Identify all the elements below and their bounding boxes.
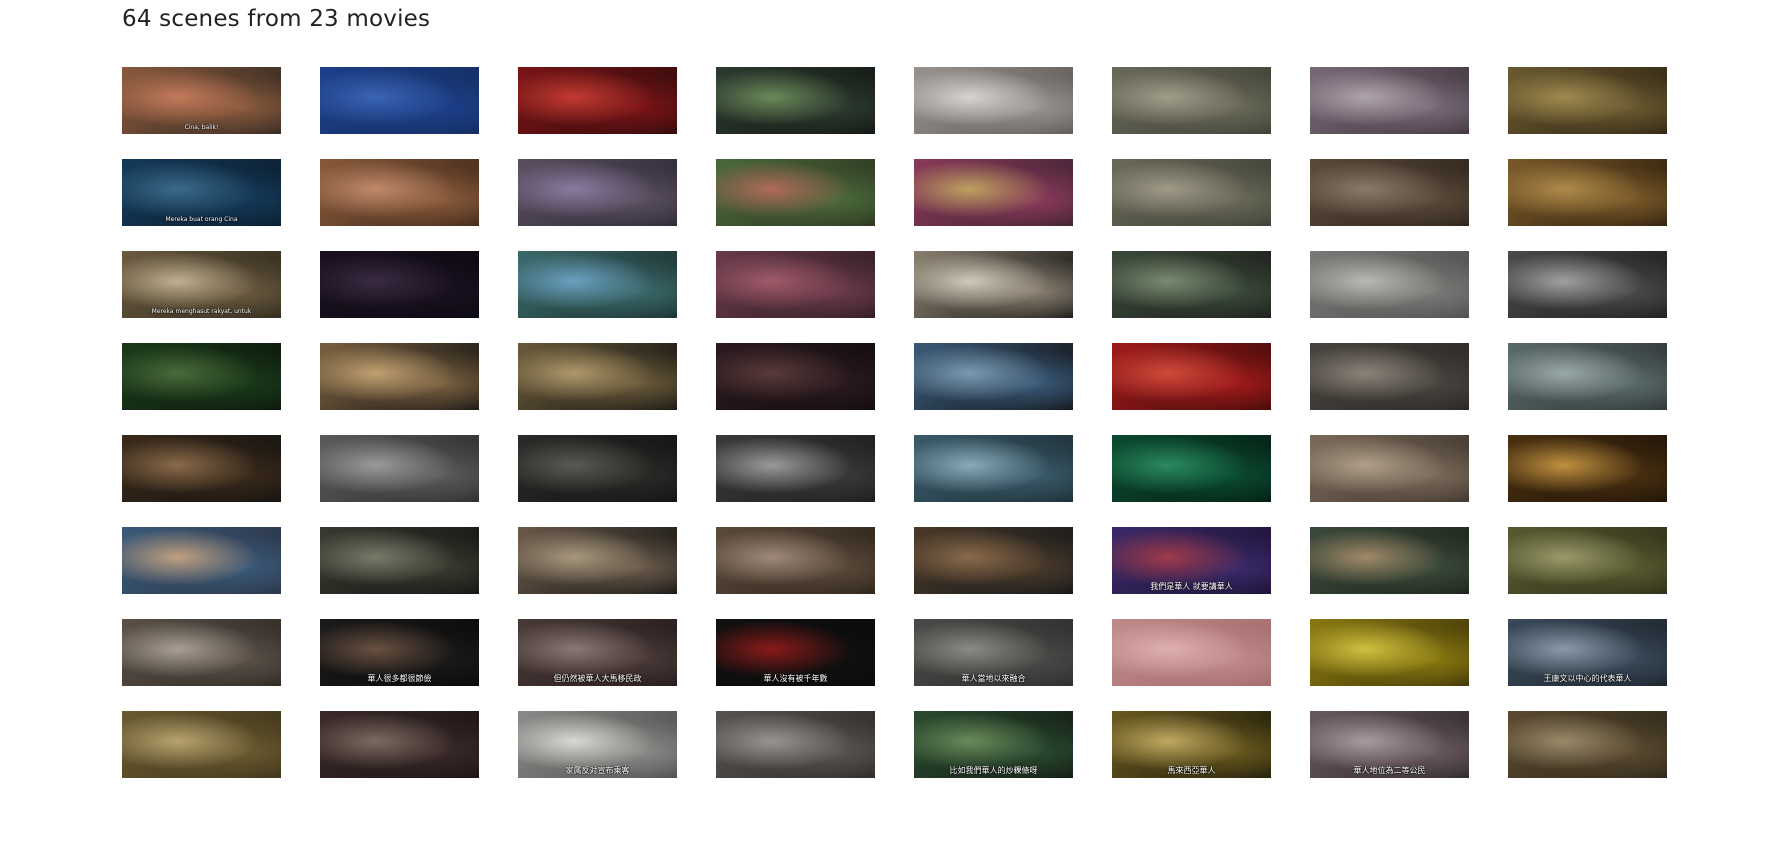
scene-thumbnail[interactable]: [1112, 67, 1271, 134]
scene-thumbnail[interactable]: [716, 435, 875, 502]
scene-thumbnail[interactable]: [518, 527, 677, 594]
scene-thumbnail[interactable]: [518, 251, 677, 318]
scene-subtitle: 馬來西亞華人: [1167, 766, 1216, 775]
scene-thumbnail[interactable]: [1310, 343, 1469, 410]
scene-thumbnail[interactable]: [716, 711, 875, 778]
scene-thumbnail[interactable]: [716, 251, 875, 318]
scene-thumbnail[interactable]: [122, 711, 281, 778]
scene-thumbnail[interactable]: [1508, 343, 1667, 410]
scene-thumbnail[interactable]: [1508, 159, 1667, 226]
scene-thumbnail[interactable]: [320, 159, 479, 226]
scene-thumbnail[interactable]: [122, 435, 281, 502]
scene-thumbnail[interactable]: [1310, 159, 1469, 226]
scene-thumbnail[interactable]: [914, 67, 1073, 134]
scene-thumbnail[interactable]: [1112, 159, 1271, 226]
scene-thumbnail[interactable]: [1508, 67, 1667, 134]
scene-thumbnail[interactable]: [716, 343, 875, 410]
scene-thumbnail[interactable]: [1310, 435, 1469, 502]
scene-thumbnail[interactable]: [122, 619, 281, 686]
scene-thumbnail[interactable]: [518, 159, 677, 226]
scene-thumbnail[interactable]: 我們是華人 就要講華人: [1112, 527, 1271, 594]
scene-thumbnail[interactable]: 華人很多都很節儉: [320, 619, 479, 686]
scene-thumbnail[interactable]: [1310, 67, 1469, 134]
scene-subtitle: 比如我們華人的炒粿條呀: [949, 766, 1038, 775]
scene-thumbnail[interactable]: [914, 159, 1073, 226]
scene-thumbnail[interactable]: 比如我們華人的炒粿條呀: [914, 711, 1073, 778]
scene-thumbnail[interactable]: [1112, 343, 1271, 410]
scene-thumbnail[interactable]: Mereka buat orang Cina: [122, 159, 281, 226]
scene-thumbnail[interactable]: [1310, 619, 1469, 686]
scene-thumbnail[interactable]: [320, 251, 479, 318]
scene-thumbnail[interactable]: [1508, 251, 1667, 318]
scene-thumbnail[interactable]: [1508, 435, 1667, 502]
scene-thumbnail[interactable]: [1508, 527, 1667, 594]
scene-thumbnail[interactable]: [1112, 251, 1271, 318]
scene-thumbnail[interactable]: [320, 435, 479, 502]
scene-thumbnail[interactable]: [320, 527, 479, 594]
scene-subtitle: Mereka menghasut rakyat, untuk: [151, 308, 252, 315]
scene-thumbnail[interactable]: [1310, 527, 1469, 594]
scene-thumbnail[interactable]: 華人沒有被千年數: [716, 619, 875, 686]
scene-thumbnail[interactable]: [1112, 619, 1271, 686]
scene-thumbnail[interactable]: 王康文以中心的代表華人: [1508, 619, 1667, 686]
scene-thumbnail[interactable]: [518, 343, 677, 410]
scene-thumbnail[interactable]: 家属反对宣布乘客: [518, 711, 677, 778]
scene-thumbnail[interactable]: [914, 435, 1073, 502]
scene-subtitle: Cina, balik!: [184, 124, 219, 131]
scene-thumbnail[interactable]: [914, 527, 1073, 594]
scene-grid: Cina, balik! Mereka buat orang Cina Mereka…: [122, 67, 1667, 778]
scene-thumbnail[interactable]: [122, 527, 281, 594]
scene-thumbnail[interactable]: [914, 251, 1073, 318]
scene-subtitle: 華人地位為二等公民: [1353, 766, 1426, 775]
scene-subtitle: 我們是華人 就要講華人: [1150, 582, 1233, 591]
scene-gallery-page: 64 scenes from 23 movies Cina, balik! Mer…: [0, 0, 1778, 844]
scene-subtitle: 華人沒有被千年數: [763, 674, 828, 683]
scene-thumbnail[interactable]: [1112, 435, 1271, 502]
scene-subtitle: Mereka buat orang Cina: [165, 216, 238, 223]
scene-thumbnail[interactable]: 但仍然被華人大馬移民政: [518, 619, 677, 686]
scene-thumbnail[interactable]: [1310, 251, 1469, 318]
scene-thumbnail[interactable]: [320, 67, 479, 134]
scene-thumbnail[interactable]: [122, 343, 281, 410]
scene-subtitle: 華人很多都很節儉: [367, 674, 432, 683]
scene-subtitle: 家属反对宣布乘客: [565, 766, 630, 775]
scene-thumbnail[interactable]: [320, 711, 479, 778]
scene-thumbnail[interactable]: [716, 67, 875, 134]
scene-subtitle: 華人當地以來融合: [961, 674, 1026, 683]
scene-thumbnail[interactable]: [1508, 711, 1667, 778]
scene-thumbnail[interactable]: [320, 343, 479, 410]
scene-thumbnail[interactable]: [716, 527, 875, 594]
scene-thumbnail[interactable]: 華人當地以來融合: [914, 619, 1073, 686]
scene-thumbnail[interactable]: Mereka menghasut rakyat, untuk: [122, 251, 281, 318]
scene-thumbnail[interactable]: 華人地位為二等公民: [1310, 711, 1469, 778]
page-title: 64 scenes from 23 movies: [122, 6, 431, 32]
scene-thumbnail[interactable]: [518, 435, 677, 502]
scene-thumbnail[interactable]: [716, 159, 875, 226]
scene-thumbnail[interactable]: [914, 343, 1073, 410]
scene-thumbnail[interactable]: Cina, balik!: [122, 67, 281, 134]
scene-thumbnail[interactable]: 馬來西亞華人: [1112, 711, 1271, 778]
scene-thumbnail[interactable]: [518, 67, 677, 134]
scene-subtitle: 但仍然被華人大馬移民政: [553, 674, 642, 683]
scene-subtitle: 王康文以中心的代表華人: [1543, 674, 1632, 683]
